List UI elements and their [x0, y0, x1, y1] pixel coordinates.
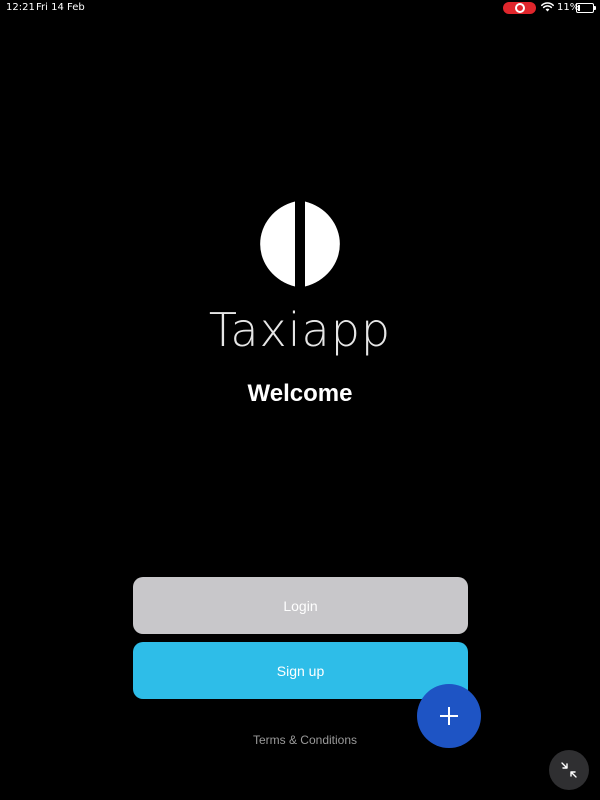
wifi-icon [541, 2, 554, 12]
add-fab-button[interactable] [417, 684, 481, 748]
collapse-button[interactable] [549, 750, 589, 790]
collapse-arrows-icon [561, 762, 577, 778]
status-date: Fri 14 Feb [36, 2, 85, 13]
battery-icon [576, 3, 596, 13]
welcome-screen: 12:21 Fri 14 Feb 11% Taxiapp Welcome Log… [0, 0, 600, 800]
terms-conditions-link[interactable]: Terms & Conditions [0, 731, 600, 749]
plus-icon [440, 707, 458, 725]
status-time: 12:21 [6, 2, 35, 13]
signup-button[interactable]: Sign up [133, 642, 468, 699]
screen-recording-icon[interactable] [503, 2, 536, 14]
taxiapp-logo-icon [260, 201, 340, 287]
battery-fill [578, 5, 580, 11]
welcome-heading: Welcome [247, 380, 353, 407]
status-bar: 12:21 Fri 14 Feb 11% [0, 0, 600, 16]
brand-name: Taxiapp [208, 303, 392, 357]
login-button[interactable]: Login [133, 577, 468, 634]
